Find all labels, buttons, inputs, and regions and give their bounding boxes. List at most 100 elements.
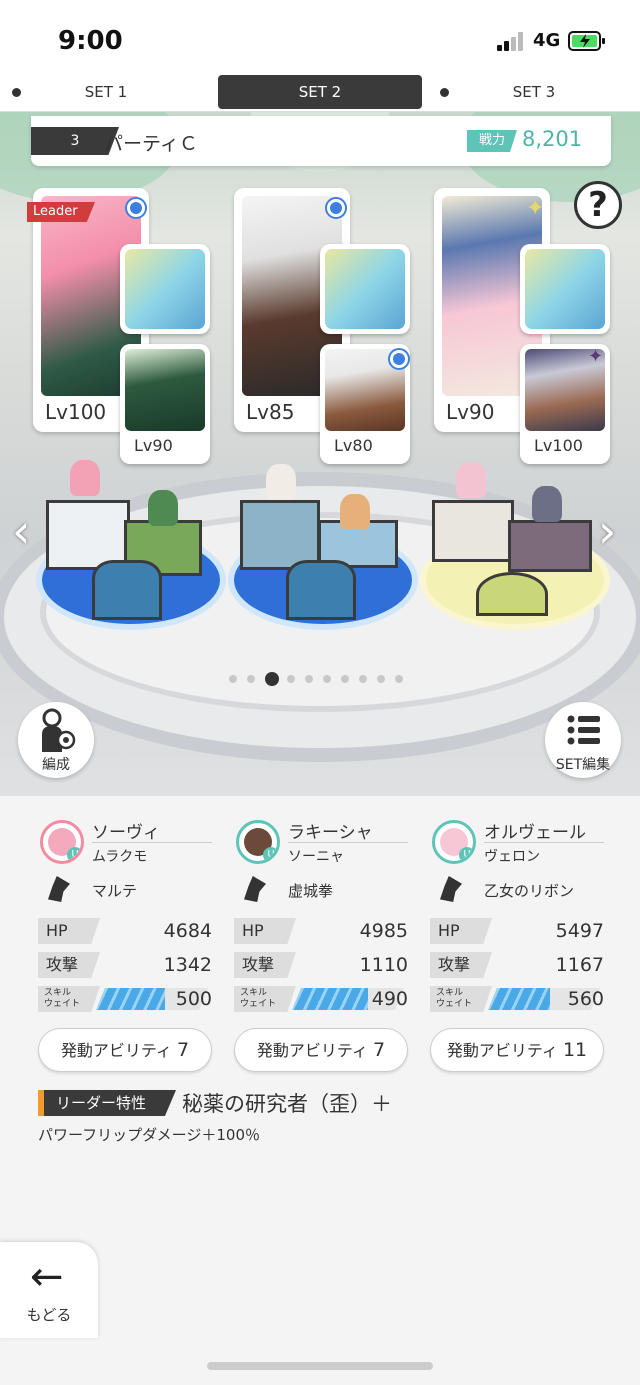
skill-wait-label: スキル ウェイト (38, 986, 100, 1012)
network-label: 4G (533, 30, 561, 51)
weapon-sprite (476, 572, 548, 616)
attack-label: 攻撃 (430, 952, 492, 978)
support-name: ヴェロン (484, 849, 540, 865)
list-icon (567, 715, 600, 745)
back-arrow-icon: ← (30, 1254, 64, 1300)
leader-badge: Leader (27, 202, 95, 222)
tab-set-2[interactable]: SET 2 (218, 75, 422, 109)
hp-value: 4684 (163, 920, 212, 942)
character-name: ラキーシャ (288, 823, 373, 843)
set-edit-button[interactable]: SET編集 (545, 702, 621, 778)
pager-dot[interactable] (305, 675, 313, 683)
tab-dot (440, 88, 449, 97)
attack-value: 1167 (555, 954, 604, 976)
gauntlet-icon (325, 249, 405, 329)
element-icon (125, 197, 147, 219)
tab-label: SET 2 (298, 83, 342, 101)
divider (484, 842, 604, 843)
divider (92, 842, 212, 843)
leader-skill-description: パワーフリップダメージ＋100％ (38, 1126, 260, 1144)
ability-button[interactable]: 発動アビリティ 7 (234, 1028, 408, 1072)
leader-skill-name: 秘薬の研究者（歪）＋ (182, 1092, 392, 1116)
character-avatar: U (40, 820, 84, 864)
skill-wait-value: 490 (371, 988, 408, 1010)
sparkle-icon: ✦ (526, 196, 545, 221)
tab-set-3[interactable]: SET 3 (428, 75, 640, 109)
skill-wait-stat: スキル ウェイト 490 (234, 986, 410, 1012)
weapon-slot-1[interactable] (120, 244, 210, 334)
set-tabs: SET 1 SET 2 SET 3 (0, 72, 640, 112)
hp-label: HP (38, 918, 100, 944)
status-bar: 9:00 4G (0, 0, 640, 76)
hp-label: HP (234, 918, 296, 944)
battery-icon (568, 31, 605, 51)
next-arrow-icon[interactable]: › (598, 504, 616, 558)
skill-wait-fill (292, 988, 369, 1010)
unit-badge-icon: U (67, 847, 81, 861)
skill-wait-label: スキル ウェイト (430, 986, 492, 1012)
attack-stat: 攻撃 1167 (430, 952, 606, 978)
weapon-sprite (92, 560, 162, 620)
party-name: パーティＣ (104, 133, 198, 155)
character-avatar: U (236, 820, 280, 864)
pedestal (508, 520, 592, 572)
character-sprite (340, 494, 370, 530)
weapon-name: マルテ (92, 882, 138, 900)
pager-dot[interactable] (323, 675, 331, 683)
tab-dot (12, 88, 21, 97)
help-button[interactable]: ? (574, 181, 622, 229)
unit-badge-icon: U (459, 847, 473, 861)
character-name: ソーヴィ (92, 823, 160, 843)
back-button[interactable]: ← もどる (0, 1242, 98, 1338)
pager-dot[interactable] (359, 675, 367, 683)
level-label: Lv90 (446, 400, 495, 424)
attack-label: 攻撃 (38, 952, 100, 978)
support-name: ムラクモ (92, 849, 148, 865)
party-header[interactable]: 3 パーティＣ 戦力 8,201 (31, 116, 611, 166)
pager-dot-active[interactable] (265, 672, 279, 686)
pager-dot[interactable] (287, 675, 295, 683)
formation-button[interactable]: 編成 (18, 702, 94, 778)
ability-button[interactable]: 発動アビリティ 7 (38, 1028, 212, 1072)
ability-count: 11 (562, 1039, 588, 1061)
weapon-name: 乙女のリボン (484, 882, 575, 900)
set-edit-label: SET編集 (555, 757, 611, 773)
pager-dot[interactable] (377, 675, 385, 683)
attack-stat: 攻撃 1110 (234, 952, 410, 978)
pager-dot[interactable] (229, 675, 237, 683)
skill-wait-label: スキル ウェイト (234, 986, 296, 1012)
attack-stat: 攻撃 1342 (38, 952, 214, 978)
ability-label: 発動アビリティ (446, 1041, 558, 1060)
weapon-icon (48, 876, 70, 902)
tab-label: SET 3 (512, 83, 556, 101)
home-indicator (207, 1362, 433, 1370)
pedestal (432, 500, 514, 562)
ability-count: 7 (373, 1039, 386, 1061)
ribbon-icon (525, 249, 605, 329)
support-card-1[interactable]: Lv90 (120, 344, 210, 464)
support-name: ソーニャ (288, 849, 344, 865)
leader-skill-tag: リーダー特性 (38, 1090, 176, 1116)
weapon-icon (440, 876, 462, 902)
clock: 9:00 (58, 26, 123, 56)
weapon-sprite (286, 560, 356, 620)
level-label: Lv100 (45, 400, 107, 424)
support-portrait (125, 349, 205, 431)
tab-set-1[interactable]: SET 1 (0, 75, 212, 109)
hp-value: 5497 (555, 920, 604, 942)
unit-badge-icon: U (263, 847, 277, 861)
support-level: Lv90 (134, 436, 173, 455)
level-label: Lv85 (246, 400, 295, 424)
weapon-slot-2[interactable] (320, 244, 410, 334)
staff-icon (125, 249, 205, 329)
weapon-slot-3[interactable] (520, 244, 610, 334)
hp-stat: HP 4985 (234, 918, 410, 944)
pager-dot[interactable] (395, 675, 403, 683)
divider (288, 842, 408, 843)
pager-dot[interactable] (341, 675, 349, 683)
hp-stat: HP 4684 (38, 918, 214, 944)
ability-button[interactable]: 発動アビリティ 11 (430, 1028, 604, 1072)
prev-arrow-icon[interactable]: ‹ (12, 504, 30, 558)
pager-dot[interactable] (247, 675, 255, 683)
skill-wait-value: 560 (567, 988, 604, 1010)
